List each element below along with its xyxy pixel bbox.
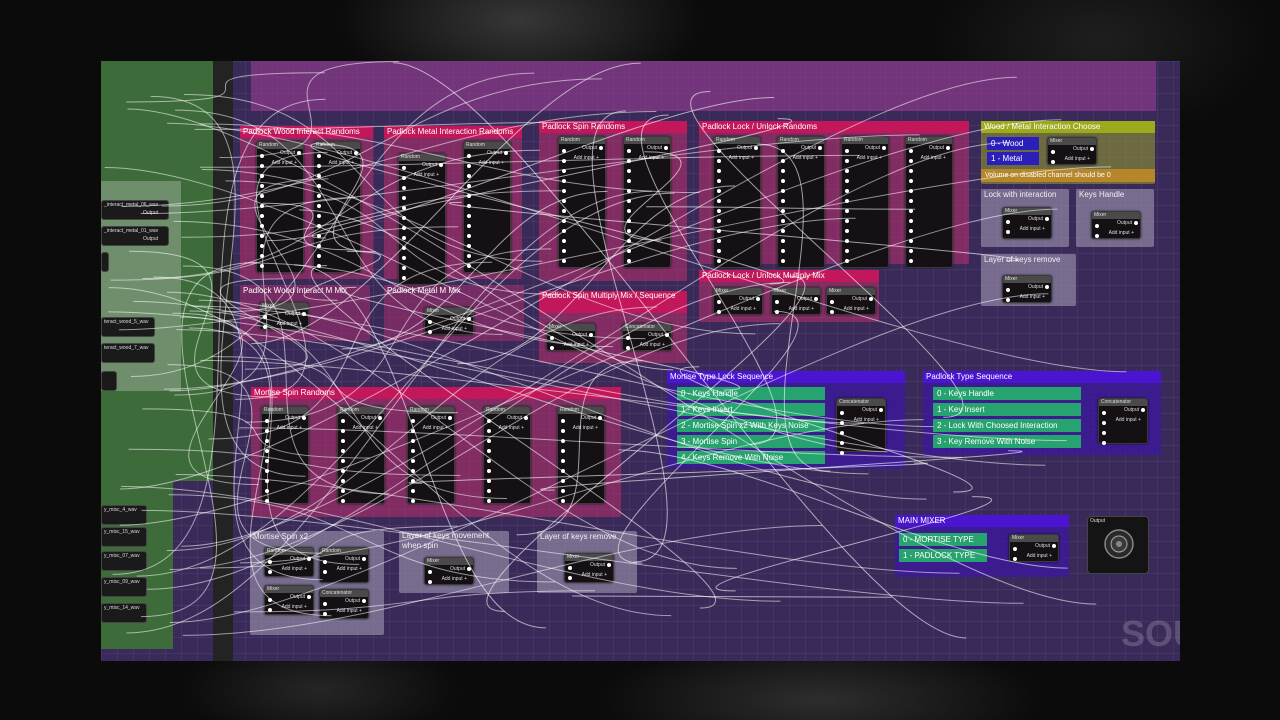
node-wire — [167, 364, 322, 554]
node-wire — [119, 166, 1112, 331]
node-wire — [108, 311, 864, 424]
node-wire — [181, 190, 562, 238]
node-wire — [199, 123, 700, 194]
node-wire — [131, 72, 535, 378]
node-wire — [121, 485, 781, 602]
node-wire — [393, 62, 967, 639]
canvas-watermark: SOU — [1121, 613, 1180, 654]
node-wire — [191, 305, 935, 428]
node-wire — [646, 206, 916, 210]
node-wire — [572, 595, 892, 598]
sound-cue-graph-canvas[interactable]: _interact_metal_06_wav Output _interact_… — [101, 61, 1180, 661]
node-wire — [340, 286, 741, 391]
node-wire — [239, 427, 963, 458]
node-wire — [679, 366, 973, 493]
node-wire — [715, 496, 993, 592]
node-wire — [312, 118, 792, 239]
wire-layer — [104, 61, 1127, 639]
node-wire — [188, 327, 332, 617]
node-wire — [142, 408, 370, 459]
node-wire — [108, 287, 672, 617]
node-wire — [128, 448, 461, 476]
node-wire — [119, 208, 1058, 526]
node-wire — [169, 293, 1049, 624]
node-wire — [173, 220, 613, 348]
node-wire — [267, 97, 775, 242]
node-wire — [225, 180, 561, 296]
node-wire — [690, 91, 964, 418]
node-wire — [235, 151, 328, 400]
node-wire — [624, 151, 682, 241]
node-wire — [640, 114, 778, 445]
node-wire — [591, 110, 668, 563]
